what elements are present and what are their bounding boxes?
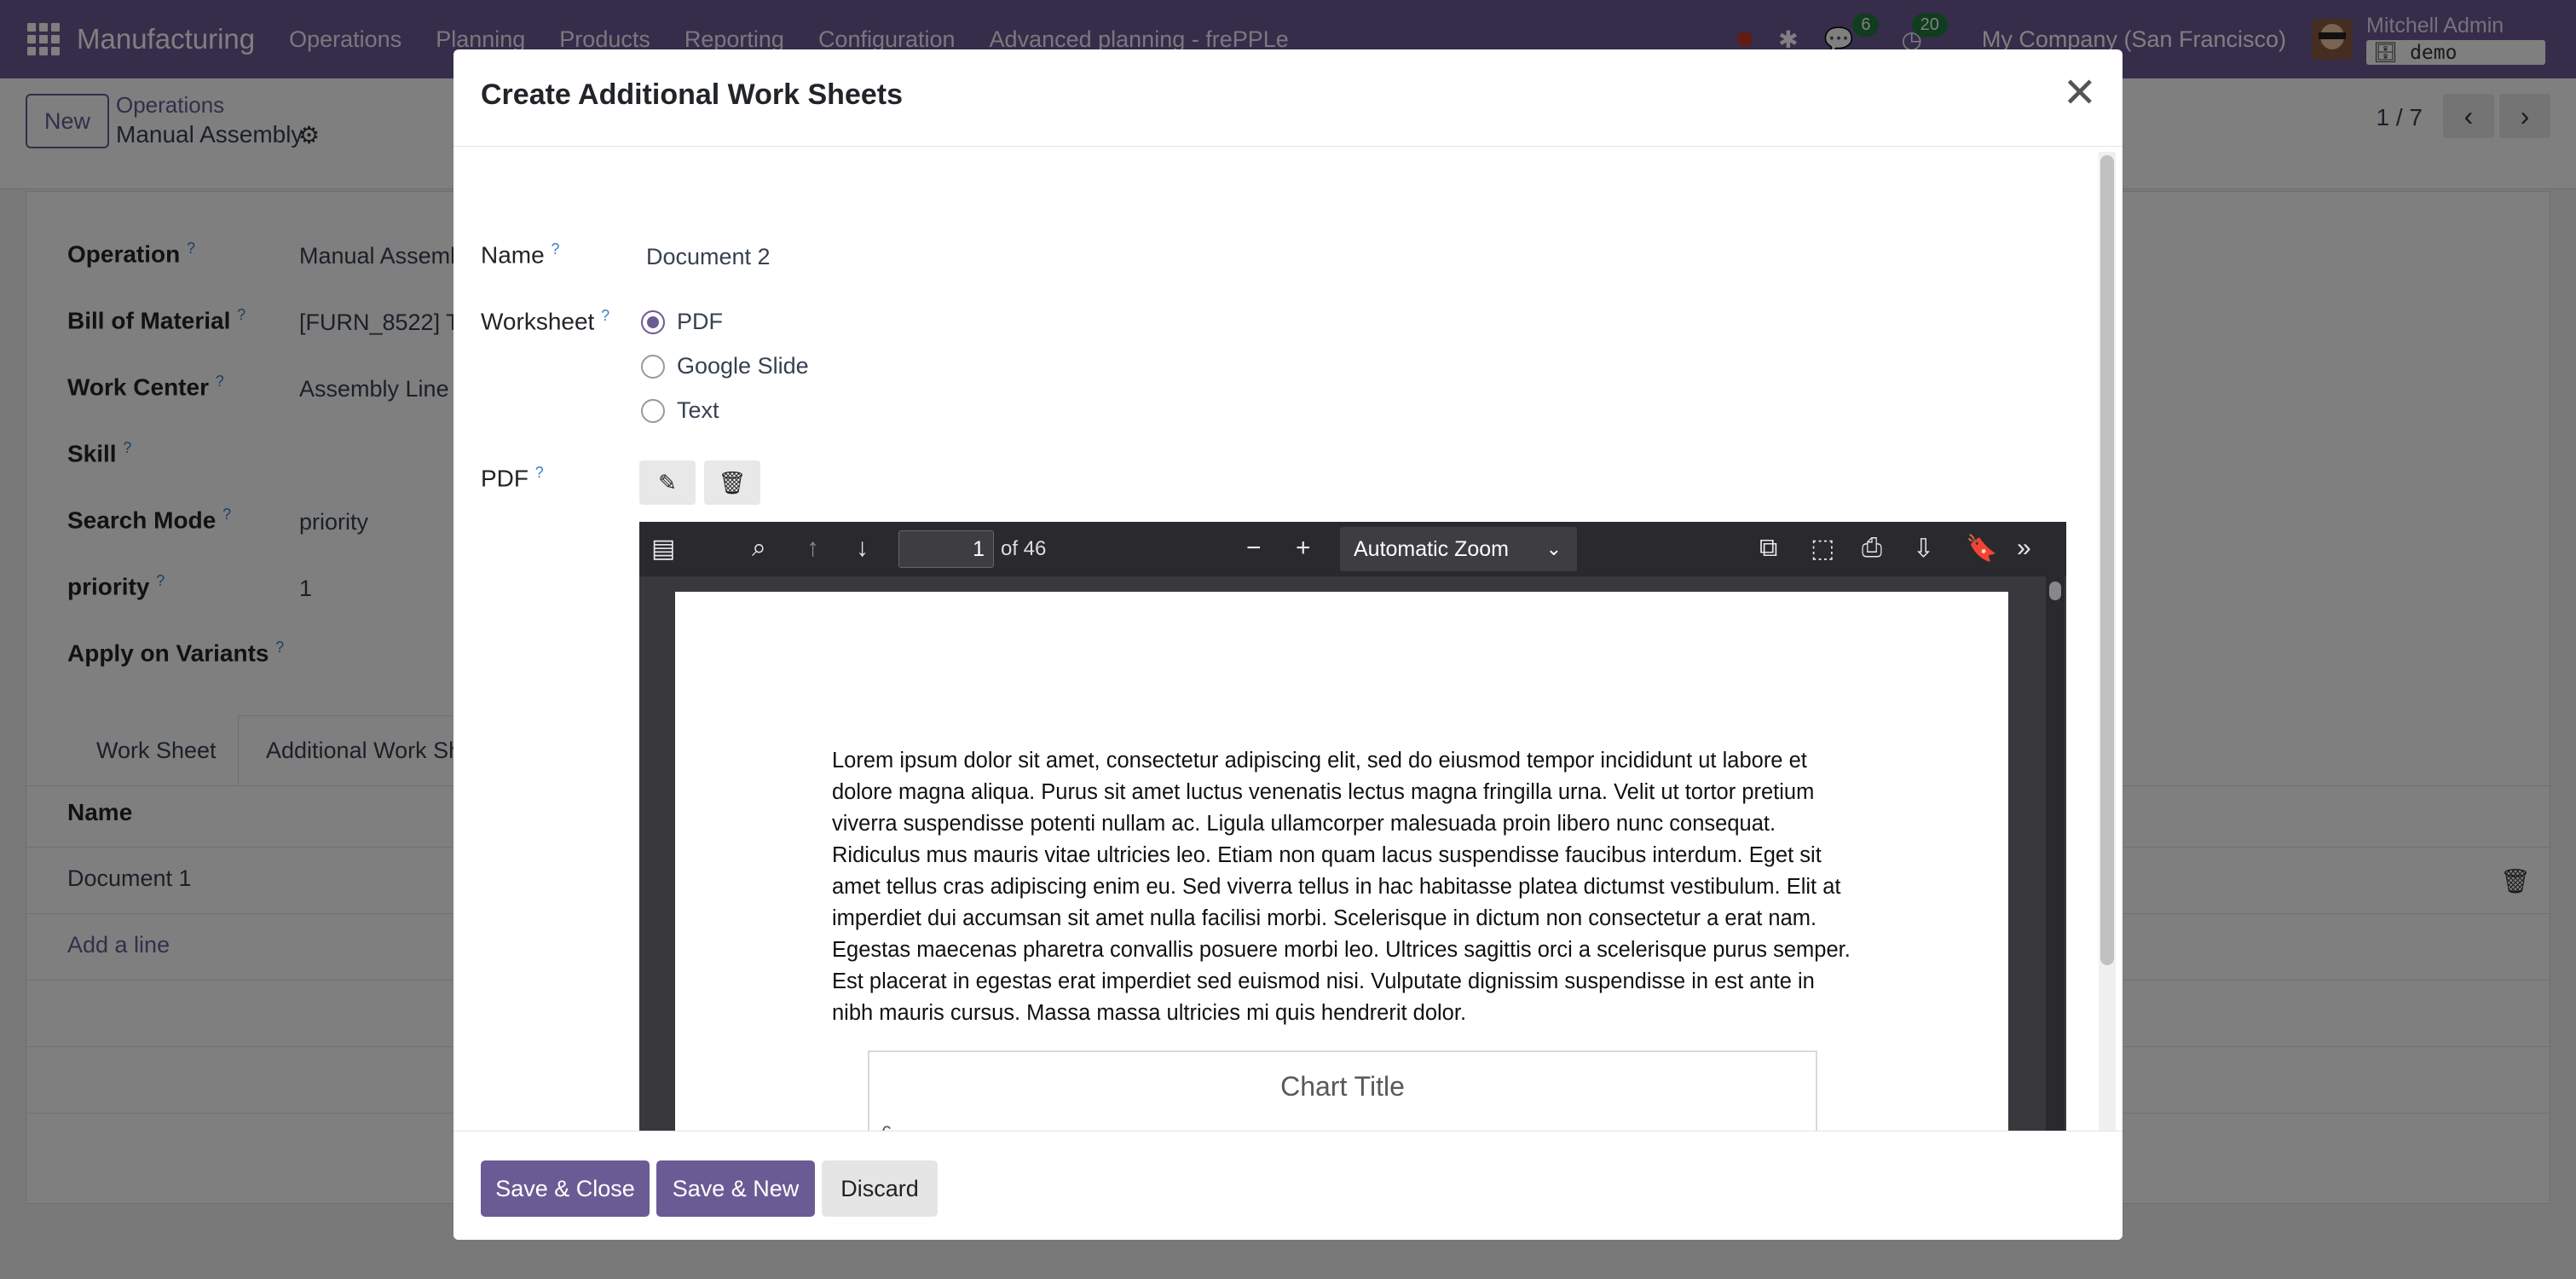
- tools-menu-icon[interactable]: »: [2017, 534, 2031, 563]
- name-label: Name ?: [481, 240, 560, 269]
- worksheet-label: Worksheet ?: [481, 307, 610, 335]
- radio-pdf[interactable]: PDF: [641, 309, 723, 335]
- dialog-header: Create Additional Work Sheets ✕: [453, 49, 2123, 147]
- name-input[interactable]: Document 2: [646, 244, 771, 270]
- pdf-toolbar: ▤ ⌕ ↑ ↓ 1 of 46 − + Automatic Zoom ⌄ ⧉ ⬚…: [639, 522, 2066, 576]
- presentation-mode-icon[interactable]: ⧉: [1759, 534, 1777, 563]
- zoom-out-icon[interactable]: −: [1246, 534, 1262, 563]
- radio-unchecked-icon[interactable]: [641, 354, 665, 379]
- edit-pencil-icon[interactable]: ✎: [639, 460, 696, 505]
- radio-text-label: Text: [677, 397, 719, 423]
- save-close-button[interactable]: Save & Close: [481, 1160, 650, 1217]
- radio-google-slide[interactable]: Google Slide: [641, 353, 809, 379]
- page-total: of 46: [1001, 537, 1047, 560]
- pdf-chart-title: Chart Title: [1280, 1071, 1405, 1102]
- pdf-scrollbar-thumb[interactable]: [2049, 582, 2061, 600]
- create-worksheet-dialog: Create Additional Work Sheets ✕ Name ? D…: [453, 49, 2123, 1240]
- close-icon[interactable]: ✕: [2063, 73, 2097, 114]
- pdf-label: PDF ?: [481, 464, 544, 492]
- zoom-value: Automatic Zoom: [1354, 537, 1510, 561]
- save-new-button[interactable]: Save & New: [656, 1160, 815, 1217]
- download-icon[interactable]: ⇩: [1913, 534, 1934, 564]
- trash-icon[interactable]: 🗑: [704, 460, 760, 505]
- bookmark-icon[interactable]: 🔖: [1966, 534, 1997, 564]
- open-file-icon[interactable]: ⬚: [1811, 534, 1834, 564]
- dialog-title: Create Additional Work Sheets: [481, 78, 903, 111]
- radio-google-slide-label: Google Slide: [677, 353, 809, 379]
- discard-button[interactable]: Discard: [822, 1160, 938, 1217]
- pdf-viewer: ▤ ⌕ ↑ ↓ 1 of 46 − + Automatic Zoom ⌄ ⧉ ⬚…: [639, 522, 2066, 1178]
- radio-pdf-label: PDF: [677, 309, 723, 334]
- dialog-footer: Save & Close Save & New Discard: [453, 1131, 2123, 1240]
- previous-page-icon[interactable]: ↑: [806, 534, 819, 563]
- radio-checked-icon[interactable]: [641, 310, 665, 334]
- page-number-input[interactable]: 1: [898, 530, 994, 568]
- pdf-page: Lorem ipsum dolor sit amet, consectetur …: [675, 592, 2008, 1178]
- zoom-in-icon[interactable]: +: [1296, 534, 1311, 563]
- search-icon[interactable]: ⌕: [752, 534, 766, 563]
- radio-text[interactable]: Text: [641, 397, 719, 424]
- chevron-down-icon: ⌄: [1545, 538, 1562, 559]
- radio-unchecked-icon[interactable]: [641, 398, 665, 423]
- sidebar-toggle-icon[interactable]: ▤: [651, 534, 675, 564]
- zoom-select[interactable]: Automatic Zoom ⌄: [1340, 527, 1577, 571]
- dialog-scrollbar-thumb[interactable]: [2100, 155, 2114, 965]
- pdf-page-text: Lorem ipsum dolor sit amet, consectetur …: [832, 749, 1851, 1025]
- pdf-scrollbar[interactable]: [2046, 576, 2065, 1178]
- next-page-icon[interactable]: ↓: [856, 534, 869, 563]
- dialog-body: Name ? Document 2 Worksheet ? PDF Google…: [453, 147, 2123, 1178]
- print-icon[interactable]: ⎙: [1862, 534, 1882, 563]
